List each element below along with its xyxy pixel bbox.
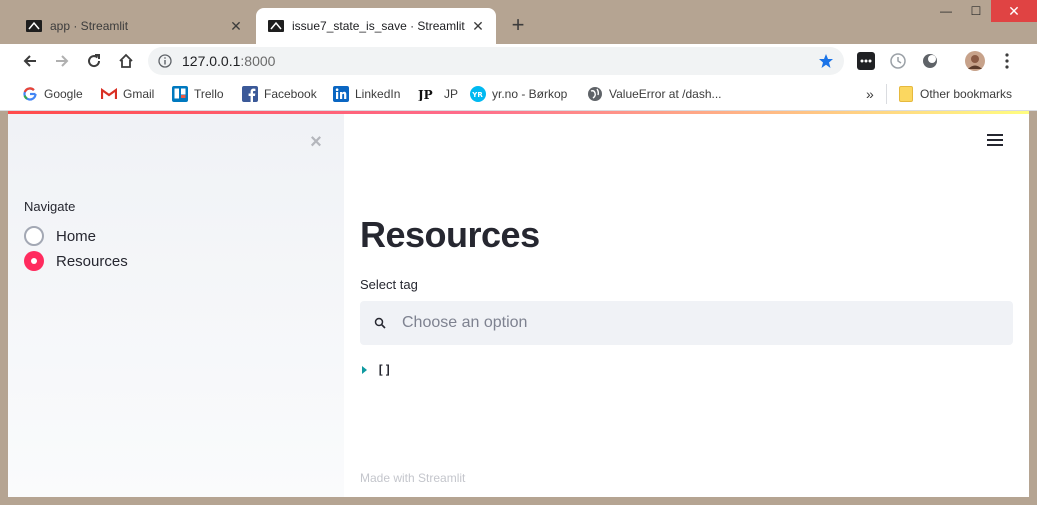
tag-multiselect[interactable]: Choose an option (360, 301, 1013, 345)
url-port: :8000 (240, 53, 276, 69)
back-arrow-icon (23, 55, 36, 67)
main-content: Resources Select tag Choose an option []… (344, 114, 1029, 497)
tab-close-icon[interactable]: ✕ (470, 18, 486, 34)
radio-label: Resources (56, 252, 128, 270)
bookmark-label: Google (44, 87, 83, 101)
window-frame-bottom (0, 497, 1037, 505)
tab-title: app · Streamlit (50, 19, 129, 33)
radio-selected-icon (24, 251, 44, 271)
yr-icon: YR (470, 86, 486, 102)
footer-made-with-streamlit[interactable]: Made with Streamlit (360, 471, 465, 485)
reload-icon (88, 54, 101, 68)
radio-label: Home (56, 227, 97, 245)
url-host: 127.0.0.1 (182, 53, 241, 69)
home-button[interactable] (114, 49, 138, 73)
window-controls: — ☐ ✕ (931, 0, 1037, 24)
tab-title: issue7_state_is_save · Streamlit (292, 19, 465, 33)
bookmark-linkedin[interactable]: LinkedIn (333, 85, 400, 103)
address-bar[interactable]: 127.0.0.1:8000 (148, 47, 844, 75)
globe-icon (587, 86, 603, 102)
navigate-label: Navigate (24, 199, 76, 214)
google-icon (22, 86, 38, 102)
maximize-button[interactable]: ☐ (961, 0, 991, 22)
streamlit-icon (268, 18, 284, 34)
bookmark-label: JP (444, 87, 459, 101)
trello-icon (172, 86, 188, 102)
select-tag-label: Select tag (360, 277, 418, 292)
bookmark-other[interactable]: Other bookmarks (898, 85, 1012, 103)
menu-kebab-icon[interactable] (998, 52, 1016, 70)
dark-circle-extension-icon[interactable] (921, 52, 939, 70)
bookmark-label: ValueError at /dash... (609, 87, 722, 101)
bookmark-star-icon[interactable] (818, 53, 834, 74)
json-value: [] (377, 363, 392, 377)
timer-extension-icon[interactable] (889, 52, 907, 70)
hamburger-menu-icon[interactable] (987, 132, 1003, 148)
jp-icon: JP (418, 86, 438, 102)
forward-button[interactable] (50, 49, 74, 73)
window-close-button[interactable]: ✕ (991, 0, 1037, 22)
url-text: 127.0.0.1:8000 (182, 53, 275, 69)
minimize-button[interactable]: — (931, 0, 961, 22)
svg-text:YR: YR (471, 91, 483, 99)
tab-issue7[interactable]: issue7_state_is_save · Streamlit ✕ (256, 8, 496, 44)
browser-toolbar: 127.0.0.1:8000 (0, 44, 1037, 78)
bookmarks-divider (886, 84, 887, 104)
sidebar-close-icon[interactable]: × (306, 132, 326, 152)
gmail-icon (101, 86, 117, 102)
radio-circle-icon (24, 226, 44, 246)
bookmark-label: Gmail (123, 87, 155, 101)
reload-button[interactable] (82, 49, 106, 73)
expand-caret-icon[interactable] (362, 366, 367, 374)
bookmark-google[interactable]: Google (22, 85, 83, 103)
new-tab-button[interactable]: + (506, 14, 530, 38)
folder-icon (898, 86, 914, 102)
bookmark-label: yr.no - Børkop (492, 87, 568, 101)
tab-close-icon[interactable]: ✕ (228, 18, 244, 34)
select-placeholder: Choose an option (402, 314, 528, 331)
search-icon (374, 317, 386, 329)
back-button[interactable] (18, 49, 42, 73)
bookmarks-overflow-button[interactable]: » (866, 85, 874, 103)
bookmark-label: Trello (194, 87, 224, 101)
streamlit-icon (26, 18, 42, 34)
json-output: [] (362, 363, 391, 377)
tab-strip: app · Streamlit ✕ issue7_state_is_save ·… (0, 0, 1037, 44)
svg-text:JP: JP (418, 88, 433, 101)
bookmark-valueerror[interactable]: ValueError at /dash... (587, 85, 722, 103)
bookmark-label: Other bookmarks (920, 87, 1013, 101)
bookmarks-bar: Google Gmail Trello Facebook LinkedIn JP… (0, 78, 1037, 111)
bookmark-label: LinkedIn (355, 87, 401, 101)
bookmark-gmail[interactable]: Gmail (101, 85, 154, 103)
radio-option-home[interactable]: Home (24, 224, 96, 248)
sidebar: × Navigate Home Resources (8, 114, 344, 497)
radio-option-resources[interactable]: Resources (24, 249, 128, 273)
bookmark-yr[interactable]: YR yr.no - Børkop (470, 85, 567, 103)
profile-avatar[interactable] (965, 51, 985, 71)
home-icon (119, 53, 133, 68)
bookmark-facebook[interactable]: Facebook (242, 85, 317, 103)
extension-icon[interactable] (857, 52, 875, 70)
linkedin-icon (333, 86, 349, 102)
forward-arrow-icon (56, 55, 69, 67)
tab-app[interactable]: app · Streamlit ✕ (14, 8, 254, 44)
bookmark-jp[interactable]: JP JP (418, 85, 458, 103)
page-title: Resources (360, 214, 540, 255)
info-icon[interactable] (158, 54, 172, 68)
facebook-icon (242, 86, 258, 102)
page-viewport: × Navigate Home Resources Resources Sele… (8, 111, 1029, 497)
bookmark-trello[interactable]: Trello (172, 85, 224, 103)
bookmark-label: Facebook (264, 87, 317, 101)
